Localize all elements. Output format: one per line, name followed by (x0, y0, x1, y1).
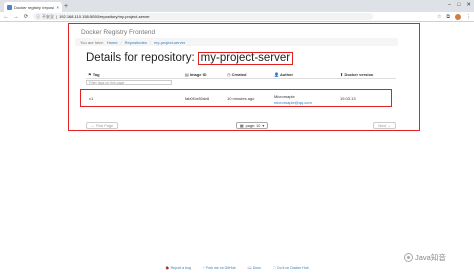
page-title-repo: my-project-server (197, 52, 294, 65)
footer-report-bug[interactable]: 🐞 Report a bug (165, 266, 191, 274)
breadcrumb: You are here: Home / Repositories / my-p… (75, 38, 398, 46)
browser-tabstrip: Docker registry /repository/m × + – □ ✕ (0, 0, 474, 12)
table-row: v1 fab0f1e80dc6 10 minutes ago Micromapl… (80, 89, 392, 107)
navbar-brand[interactable]: Docker Registry Frontend (75, 27, 398, 37)
tab-close-icon[interactable]: × (56, 5, 59, 10)
footer-docs[interactable]: 📖 Docs (248, 266, 261, 274)
forward-button[interactable]: → (13, 14, 19, 20)
browser-tab[interactable]: Docker registry /repository/m × (4, 2, 62, 12)
browser-toolbar: ← → ⟳ ⓘ 不安全 | 192.168.110.158:5050/repos… (0, 12, 474, 22)
window-controls: – □ ✕ (448, 0, 471, 10)
security-label: 不安全 (42, 13, 54, 19)
cell-created: 10 minutes ago (227, 96, 255, 101)
extensions-icon[interactable]: ⧉ (446, 14, 450, 20)
favicon-icon (7, 4, 12, 10)
footer: 🐞 Report a bug ⑂ Fork me on GitHub 📖 Doc… (0, 266, 474, 274)
separator: | (56, 14, 58, 19)
info-icon: ⓘ (36, 13, 40, 19)
close-window-button[interactable]: ✕ (466, 0, 471, 10)
profile-avatar[interactable] (455, 13, 461, 20)
pagination: ← First Page ▦ page: 10 ▾ Next → (86, 122, 396, 130)
page-title: Details for repository: my-project-serve… (86, 52, 294, 65)
minimize-button[interactable]: – (448, 0, 451, 10)
reload-button[interactable]: ⟳ (23, 14, 29, 20)
cell-author-email[interactable]: micromaple@qq.com (274, 100, 312, 105)
star-icon[interactable]: ☆ (437, 14, 441, 20)
chevron-down-icon: ▾ (262, 124, 265, 128)
col-header-created[interactable]: ◷ Created (227, 72, 247, 77)
page-size-icon: ▦ (240, 124, 244, 128)
tab-title: Docker registry /repository/m (14, 4, 54, 10)
address-bar[interactable]: ⓘ 不安全 | 192.168.110.158:5050/repository/… (33, 13, 373, 20)
menu-icon[interactable]: ⋮ (466, 14, 471, 20)
back-button[interactable]: ← (3, 14, 9, 20)
footer-fork-github[interactable]: ⑂ Fork me on GitHub (203, 266, 236, 274)
breadcrumb-repositories[interactable]: Repositories (125, 40, 147, 45)
footer-docker-hub[interactable]: ⬚ Do it on Docker Hub (273, 266, 309, 274)
toolbar-right: ☆ ⧉ ⋮ (437, 13, 471, 20)
cell-docker-version: 19.03.13 (340, 96, 356, 101)
breadcrumb-prefix: You are here: (80, 39, 104, 45)
watermark-text: Java知音 (415, 253, 446, 262)
cell-tag: v1 (89, 96, 94, 101)
wechat-icon (404, 253, 413, 262)
url-text: 192.168.110.158:5050/repository/my-proje… (59, 14, 150, 19)
col-header-author[interactable]: 👤 Author (274, 72, 293, 77)
main-container: Docker Registry Frontend You are here: H… (75, 27, 398, 129)
breadcrumb-separator: / (149, 39, 152, 45)
page-title-prefix: Details for repository: (86, 52, 195, 64)
col-header-tag[interactable]: ⚑ Tag (88, 72, 100, 77)
tag-filter-input[interactable]: Filter tags on this page (86, 80, 172, 85)
watermark: Java知音 (404, 252, 446, 263)
page-size-select[interactable]: ▦ page: 10 ▾ (236, 122, 269, 129)
breadcrumb-separator: / (120, 39, 122, 45)
new-tab-button[interactable]: + (64, 2, 68, 11)
cell-image-id: fab0f1e80dc6 (185, 96, 210, 101)
first-page-button[interactable]: ← First Page (86, 122, 119, 129)
cell-author: Micromaple (274, 94, 295, 99)
col-header-docker-version[interactable]: ⬆ Docker version (340, 72, 373, 77)
breadcrumb-home[interactable]: Home (107, 40, 118, 45)
breadcrumb-current[interactable]: my-project-server (154, 40, 185, 45)
page-size-label: page: 10 (245, 123, 261, 128)
page-content: Docker Registry Frontend You are here: H… (0, 23, 474, 280)
table-header: ⚑ Tag ▤ Image ID ◷ Created 👤 Author ⬆ Do… (86, 71, 396, 79)
col-header-image-id[interactable]: ▤ Image ID (185, 72, 207, 77)
next-page-button[interactable]: Next → (373, 122, 396, 129)
maximize-button[interactable]: □ (457, 0, 460, 10)
